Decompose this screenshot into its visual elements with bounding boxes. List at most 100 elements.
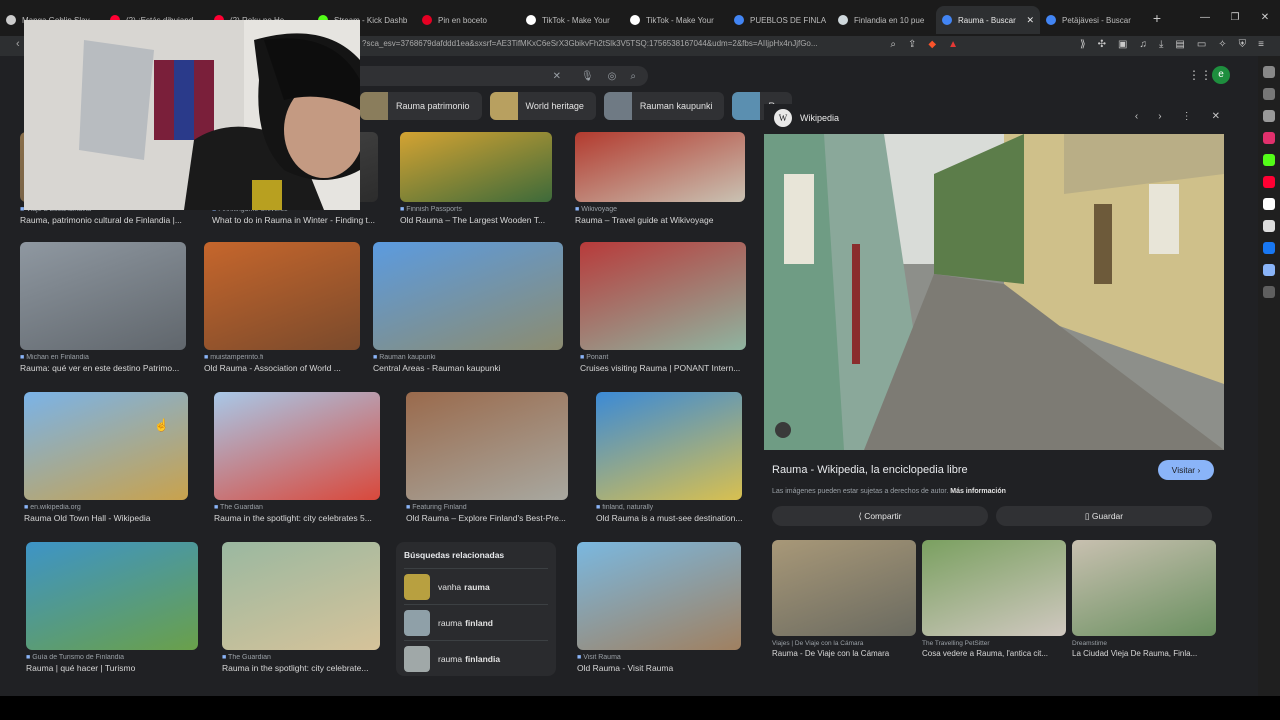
image-result[interactable]: Ponant Cruises visiting Rauma | PONANT I… (580, 242, 746, 373)
result-thumbnail[interactable] (222, 542, 380, 650)
tab-8[interactable]: Finlandia en 10 pue (832, 6, 936, 34)
x-icon[interactable] (1263, 220, 1275, 232)
visit-button[interactable]: Visitar › (1158, 460, 1214, 480)
ai-icon[interactable]: ✧ (1218, 39, 1226, 50)
result-thumbnail[interactable] (577, 542, 741, 650)
result-thumbnail[interactable] (400, 132, 552, 202)
result-thumbnail[interactable] (580, 242, 746, 350)
tab-5[interactable]: TikTok - Make Your (520, 6, 624, 34)
image-result[interactable]: Michan en Finlandia Rauma: qué ver en es… (20, 242, 186, 373)
result-title[interactable]: Rauma: qué ver en este destino Patrimo..… (20, 363, 186, 373)
more-info-link[interactable]: Más información (950, 488, 1006, 495)
downloads-icon[interactable]: ⤓ (1159, 39, 1163, 50)
more-icon[interactable]: ⋮ (1182, 111, 1192, 122)
related-image[interactable]: The Travelling PetSitter Cosa vedere a R… (922, 540, 1066, 658)
share-button[interactable]: ⟨ Compartir (772, 506, 988, 526)
search-icon[interactable]: ⌕ (630, 71, 636, 82)
clear-icon[interactable]: ✕ (553, 71, 561, 82)
lens-icon[interactable]: ◎ (608, 71, 617, 82)
history-icon[interactable] (1263, 110, 1275, 122)
facebook-icon[interactable] (1263, 242, 1275, 254)
result-title[interactable]: Old Rauma - Visit Rauma (577, 663, 741, 673)
related-image[interactable]: Viajes | De Viaje con la Cámara Rauma - … (772, 540, 916, 658)
result-thumbnail[interactable] (26, 542, 198, 650)
chip-0[interactable]: Rauma patrimonio (360, 92, 482, 120)
medium-icon[interactable] (1263, 198, 1275, 210)
related-item[interactable]: rauma finlandia (404, 640, 548, 676)
avatar[interactable]: e (1212, 66, 1230, 84)
new-tab-button[interactable]: + (1144, 5, 1170, 31)
result-title[interactable]: Old Rauma is a must-see destination... (596, 513, 742, 523)
image-result[interactable]: en.wikipedia.org Rauma Old Town Hall - W… (24, 392, 188, 523)
preview-image[interactable] (764, 134, 1224, 450)
chip-2[interactable]: Rauman kaupunki (603, 92, 725, 120)
image-result[interactable]: Featuring Finland Old Rauma – Explore Fi… (406, 392, 568, 523)
kick-icon[interactable] (1263, 154, 1275, 166)
panel-title[interactable]: Rauma - Wikipedia, la enciclopedia libre (772, 464, 968, 476)
result-title[interactable]: Rauma, patrimonio cultural de Finlandia … (20, 215, 186, 225)
music-icon[interactable]: ♫ (1139, 39, 1147, 50)
result-title[interactable]: Cruises visiting Rauma | PONANT Intern..… (580, 363, 746, 373)
image-result[interactable]: muistamperinto.fi Old Rauma - Associatio… (204, 242, 360, 373)
related-item[interactable]: rauma finland (404, 604, 548, 640)
tab-10[interactable]: Petäjävesi - Buscar (1040, 6, 1144, 34)
vpn-icon[interactable]: ⛨ (1239, 39, 1247, 50)
save-button[interactable]: ▯ Guardar (996, 506, 1212, 526)
rewards-icon[interactable]: ▲ (948, 39, 958, 50)
add-icon[interactable] (1263, 286, 1275, 298)
messenger-icon[interactable] (1263, 264, 1275, 276)
related-image[interactable]: Dreamstime La Ciudad Vieja De Rauma, Fin… (1072, 540, 1216, 658)
youtube-icon[interactable] (1263, 176, 1275, 188)
result-title[interactable]: Central Areas - Rauman kaupunki (373, 363, 563, 373)
back-icon[interactable]: ‹ (16, 38, 20, 50)
image-result[interactable]: The Guardian Rauma in the spotlight: cit… (214, 392, 380, 523)
related-image-title[interactable]: La Ciudad Vieja De Rauma, Finla... (1072, 649, 1216, 658)
result-thumbnail[interactable] (20, 242, 186, 350)
reading-list-icon[interactable] (1263, 88, 1275, 100)
menu-icon[interactable]: ≡ (1258, 39, 1264, 50)
restore-button[interactable]: ❐ (1220, 0, 1250, 36)
result-title[interactable]: Rauma Old Town Hall - Wikipedia (24, 513, 188, 523)
brave-shield-icon[interactable]: ◆ (928, 39, 936, 50)
result-title[interactable]: Old Rauma – Explore Finland's Best-Pre..… (406, 513, 568, 523)
tab-6[interactable]: TikTok - Make Your (624, 6, 728, 34)
related-image-thumbnail[interactable] (772, 540, 916, 636)
result-title[interactable]: Rauma in the spotlight: city celebrates … (214, 513, 380, 523)
result-title[interactable]: Rauma in the spotlight: city celebrate..… (222, 663, 380, 673)
zoom-icon[interactable]: ⌕ (890, 39, 896, 50)
close-icon[interactable]: ✕ (1212, 111, 1220, 122)
image-result[interactable]: Wikivoyage Rauma – Travel guide at Wikiv… (575, 132, 745, 225)
related-image-thumbnail[interactable] (1072, 540, 1216, 636)
tab-7[interactable]: PUEBLOS DE FINLA (728, 6, 832, 34)
tab-9[interactable]: Rauma - Buscar ✕ (936, 6, 1040, 34)
result-title[interactable]: What to do in Rauma in Winter - Finding … (212, 215, 378, 225)
image-result[interactable]: finland, naturally Old Rauma is a must-s… (596, 392, 742, 523)
result-thumbnail[interactable] (373, 242, 563, 350)
panel-site[interactable]: Wikipedia (800, 113, 839, 123)
related-image-title[interactable]: Rauma - De Viaje con la Cámara (772, 649, 916, 658)
wallet-icon[interactable]: ▭ (1197, 39, 1206, 50)
related-image-thumbnail[interactable] (922, 540, 1066, 636)
image-result[interactable]: Finnish Passports Old Rauma – The Larges… (400, 132, 552, 225)
next-icon[interactable]: › (1158, 111, 1161, 122)
bookmarks-icon[interactable] (1263, 66, 1275, 78)
result-title[interactable]: Old Rauma – The Largest Wooden T... (400, 215, 552, 225)
search-box[interactable]: ✕ 🎙 ◎ ⌕ (350, 66, 648, 86)
prev-icon[interactable]: ‹ (1135, 111, 1138, 122)
related-item[interactable]: vanha rauma (404, 568, 548, 604)
chip-1[interactable]: World heritage (489, 92, 596, 120)
screenshot-icon[interactable]: ▣ (1118, 39, 1127, 50)
close-window-button[interactable]: ✕ (1250, 0, 1280, 36)
mic-icon[interactable]: 🎙 (581, 71, 594, 82)
translate-icon[interactable]: ⟫ (1080, 39, 1086, 50)
result-thumbnail[interactable] (575, 132, 745, 202)
result-title[interactable]: Rauma | qué hacer | Turismo (26, 663, 198, 673)
instagram-icon[interactable] (1263, 132, 1275, 144)
result-thumbnail[interactable] (406, 392, 568, 500)
result-title[interactable]: Old Rauma - Association of World ... (204, 363, 360, 373)
close-tab-icon[interactable]: ✕ (1026, 15, 1034, 26)
share-icon[interactable]: ⇪ (908, 39, 916, 50)
tab-4[interactable]: Pin en boceto (416, 6, 520, 34)
image-result[interactable]: Rauman kaupunki Central Areas - Rauman k… (373, 242, 563, 373)
result-title[interactable]: Rauma – Travel guide at Wikivoyage (575, 215, 745, 225)
